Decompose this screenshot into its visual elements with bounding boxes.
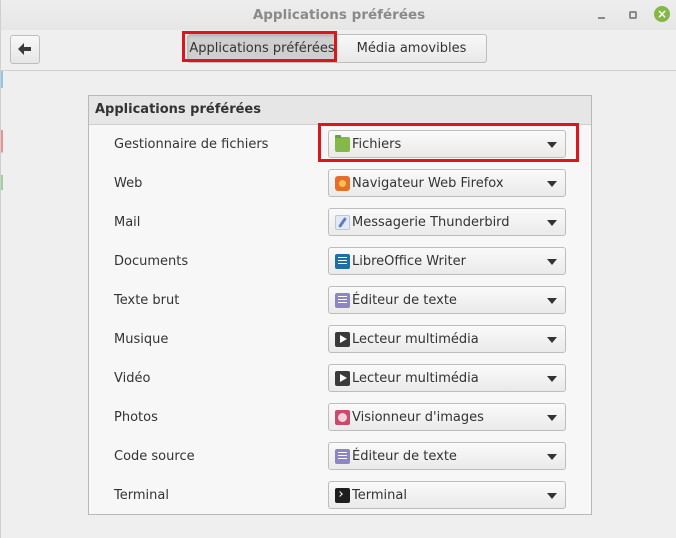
row-video: Vidéo Lecteur multimédia — [89, 359, 591, 398]
window-title: Applications préférées — [252, 7, 426, 23]
select-value: Navigateur Web Firefox — [352, 176, 504, 191]
chevron-down-icon — [547, 415, 557, 421]
thunderbird-icon — [335, 215, 350, 230]
row-source-code: Code source Éditeur de texte — [89, 437, 591, 476]
select-value: Éditeur de texte — [352, 293, 457, 308]
terminal-select[interactable]: Terminal — [328, 481, 566, 509]
image-viewer-icon — [335, 410, 350, 425]
chevron-down-icon — [547, 454, 557, 460]
row-label: Code source — [114, 449, 195, 464]
documents-select[interactable]: LibreOffice Writer — [328, 247, 566, 275]
chevron-down-icon — [547, 142, 557, 148]
row-label: Texte brut — [114, 293, 180, 308]
text-editor-icon — [335, 293, 350, 308]
row-photos: Photos Visionneur d'images — [89, 398, 591, 437]
file-manager-select[interactable]: Fichiers — [328, 130, 566, 158]
photos-select[interactable]: Visionneur d'images — [328, 403, 566, 431]
row-file-manager: Gestionnaire de fichiers Fichiers — [89, 125, 591, 164]
select-value: Fichiers — [352, 137, 402, 152]
mail-client-select[interactable]: Messagerie Thunderbird — [328, 208, 566, 236]
select-value: Lecteur multimédia — [352, 332, 479, 347]
chevron-down-icon — [547, 181, 557, 187]
plain-text-select[interactable]: Éditeur de texte — [328, 286, 566, 314]
row-label: Musique — [114, 332, 169, 347]
minimize-icon[interactable] — [595, 7, 611, 23]
select-value: Éditeur de texte — [352, 449, 457, 464]
libreoffice-writer-icon — [335, 254, 350, 269]
select-value: LibreOffice Writer — [352, 254, 466, 269]
chevron-down-icon — [547, 298, 557, 304]
row-web: Web Navigateur Web Firefox — [89, 164, 591, 203]
select-value: Terminal — [352, 488, 407, 503]
tab-media-amovibles[interactable]: Média amovibles — [337, 34, 487, 63]
firefox-icon — [335, 176, 350, 191]
music-select[interactable]: Lecteur multimédia — [328, 325, 566, 353]
maximize-icon[interactable] — [625, 7, 641, 23]
terminal-icon — [335, 488, 350, 503]
background-window-edge — [1, 70, 3, 220]
row-label: Photos — [114, 410, 158, 425]
chevron-down-icon — [547, 259, 557, 265]
row-plain-text: Texte brut Éditeur de texte — [89, 281, 591, 320]
media-player-icon — [335, 371, 350, 386]
chevron-down-icon — [547, 376, 557, 382]
chevron-down-icon — [547, 493, 557, 499]
source-code-select[interactable]: Éditeur de texte — [328, 442, 566, 470]
toolbar: Applications préférées Média amovibles — [1, 30, 676, 71]
row-mail: Mail Messagerie Thunderbird — [89, 203, 591, 242]
select-value: Messagerie Thunderbird — [352, 215, 510, 230]
preferred-apps-panel: Applications préférées Gestionnaire de f… — [88, 95, 592, 515]
select-value: Lecteur multimédia — [352, 371, 479, 386]
row-label: Terminal — [114, 488, 169, 503]
panel-header: Applications préférées — [89, 96, 591, 125]
row-terminal: Terminal Terminal — [89, 476, 591, 515]
text-editor-icon — [335, 449, 350, 464]
web-browser-select[interactable]: Navigateur Web Firefox — [328, 169, 566, 197]
close-icon[interactable]: × — [654, 6, 670, 22]
row-music: Musique Lecteur multimédia — [89, 320, 591, 359]
row-label: Vidéo — [114, 371, 151, 386]
preferred-applications-window: Applications préférées × Applications pr… — [0, 0, 676, 538]
select-value: Visionneur d'images — [352, 410, 484, 425]
row-label: Mail — [114, 215, 141, 230]
row-documents: Documents LibreOffice Writer — [89, 242, 591, 281]
tab-applications-preferees[interactable]: Applications préférées — [187, 34, 337, 63]
row-label: Web — [114, 176, 143, 191]
row-label: Documents — [114, 254, 189, 269]
chevron-down-icon — [547, 337, 557, 343]
chevron-down-icon — [547, 220, 557, 226]
back-button[interactable] — [10, 35, 40, 64]
video-select[interactable]: Lecteur multimédia — [328, 364, 566, 392]
arrow-left-icon — [18, 43, 31, 55]
title-bar: Applications préférées × — [1, 0, 676, 30]
row-label: Gestionnaire de fichiers — [114, 137, 269, 152]
folder-icon — [335, 135, 350, 152]
media-player-icon — [335, 332, 350, 347]
